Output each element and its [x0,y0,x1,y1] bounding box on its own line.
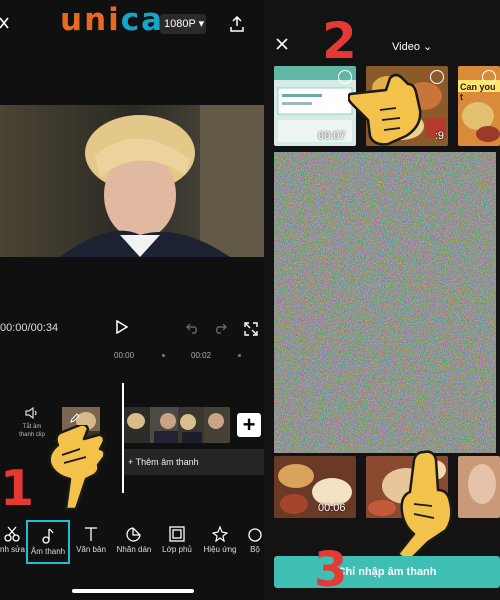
brand-logo: unica [60,2,165,38]
scissors-icon [0,526,24,542]
tool-label: Lớp phủ [162,545,192,554]
tool-label: Nhãn dán [116,545,152,554]
tool-text[interactable]: Văn bản [74,518,108,566]
tool-label: Âm thanh [30,547,66,556]
ruler-dot [238,354,241,357]
ruler-time: 00:02 [191,351,212,360]
undo-icon[interactable] [186,322,200,334]
sticker-icon [114,526,154,542]
editor-panel: unica 1080P ▾ 00:00/00:34 00:00 00:02 Tắ… [0,0,264,600]
select-circle[interactable] [430,70,444,84]
filter-icon [246,526,264,542]
ruler-time: 00:00 [114,351,135,360]
speaker-icon [14,407,50,419]
music-note-icon [28,528,68,544]
select-circle[interactable] [482,70,496,84]
home-indicator [72,589,194,593]
bottom-toolbar: nh sửa Âm thanh Văn bản Nhãn dán Lớp phủ… [0,518,264,566]
tool-edit[interactable]: nh sửa [0,518,25,566]
timecode: 00:00/00:34 [0,322,59,334]
pointing-hand-icon [384,450,456,562]
add-audio-button[interactable]: + Thêm âm thanh [124,449,264,475]
media-picker-panel: 2 Video ⌄ 00:07 :9 Can you t 00:06 Chỉ n… [264,0,500,600]
album-dropdown[interactable]: Video ⌄ [392,40,432,53]
tool-sticker[interactable]: Nhãn dán [114,518,154,566]
edit-cover-icon[interactable] [70,413,80,423]
media-thumb[interactable]: 00:07 [274,66,356,146]
resolution-dropdown[interactable]: 1080P ▾ [160,14,206,34]
play-icon[interactable] [116,320,128,334]
close-icon[interactable] [276,38,288,50]
media-thumb[interactable]: Can you t [458,66,500,146]
video-preview[interactable] [0,105,264,257]
thumb-caption: Can you t [460,82,496,102]
step-number-1: 1 [0,460,35,517]
playhead[interactable] [122,383,124,493]
overlay-icon [158,526,196,542]
duration-label: 00:07 [318,130,346,142]
album-label: Video [392,41,420,53]
tool-label: Hiệu ứng [203,545,237,554]
media-thumb[interactable]: 00:06 [274,456,356,518]
step-number-2: 2 [322,12,357,70]
tool-label: nh sửa [0,545,25,554]
noise-placeholder [274,152,496,453]
step-number-3: 3 [314,542,348,598]
close-icon[interactable] [0,16,10,30]
effects-icon [200,526,240,542]
tool-label: Văn bản [76,545,106,554]
tool-label: Bộ [250,545,260,554]
media-thumb[interactable] [458,456,500,518]
fullscreen-icon[interactable] [244,322,258,336]
tool-effects[interactable]: Hiệu ứng [200,518,240,566]
tool-audio[interactable]: Âm thanh [26,520,70,564]
resolution-label: 1080P [164,18,196,30]
import-audio-only-button[interactable]: Chỉ nhập âm thanh [274,556,500,588]
duration-label: :9 [434,130,444,142]
video-clip-track[interactable] [124,407,230,443]
duration-label: 00:06 [318,502,346,514]
add-clip-button[interactable]: + [237,413,261,437]
ruler-dot [162,354,165,357]
pointing-hand-icon [348,70,422,150]
redo-icon[interactable] [213,322,227,334]
text-icon [74,526,108,542]
pointing-hand-icon [40,425,110,510]
chevron-down-icon: ⌄ [423,41,433,53]
export-icon[interactable] [230,16,244,32]
tool-overlay[interactable]: Lớp phủ [158,518,196,566]
tool-filter[interactable]: Bộ [246,518,264,566]
